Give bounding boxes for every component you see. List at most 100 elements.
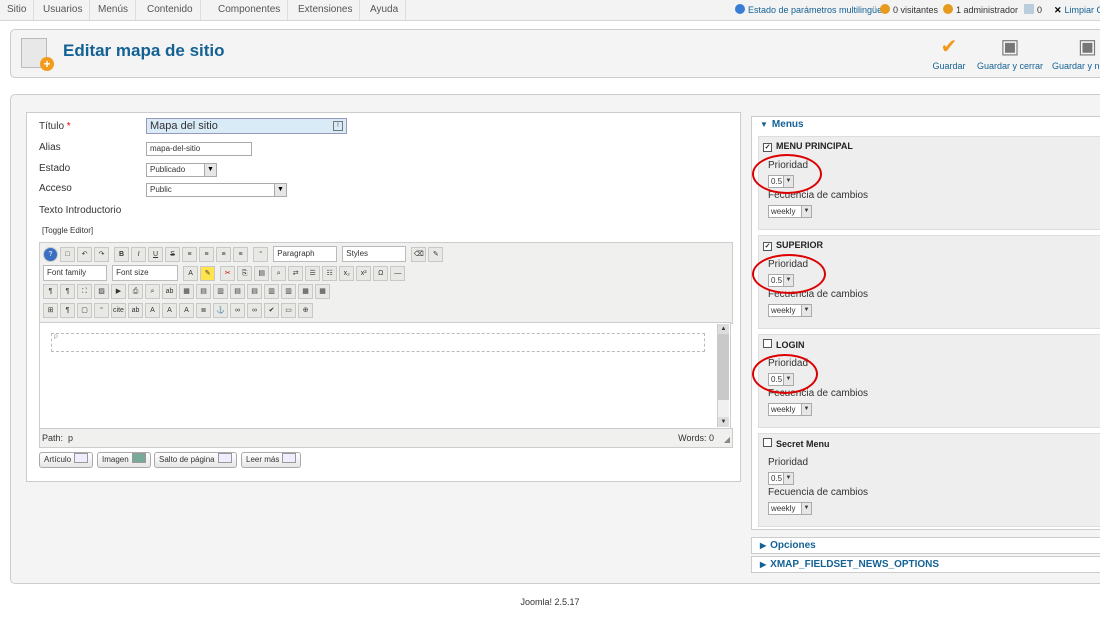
blockquote2-icon[interactable]: “: [94, 303, 109, 318]
new-document-icon[interactable]: □: [60, 246, 75, 262]
unlink-icon[interactable]: ∞: [247, 303, 262, 318]
save-new-button[interactable]: ▣ Guardar y nu: [1052, 36, 1100, 71]
multilang-status[interactable]: Estado de parámetros multilingüe: [735, 0, 882, 20]
font-size-select[interactable]: Font size: [112, 265, 179, 281]
undo-icon[interactable]: ↶: [77, 246, 92, 262]
scroll-up-icon[interactable]: ▲: [718, 324, 729, 334]
anchor-icon[interactable]: ⚓: [213, 303, 228, 318]
menu-usuarios[interactable]: Usuarios: [36, 0, 91, 20]
pagebreak-button[interactable]: Salto de página: [154, 452, 237, 468]
help-icon[interactable]: ?: [43, 246, 58, 262]
media-icon[interactable]: ▶: [111, 284, 126, 299]
title-input[interactable]: Mapa del sitio !: [146, 118, 347, 134]
menu-componentes[interactable]: Componentes: [211, 0, 289, 20]
hr-icon[interactable]: —: [390, 265, 406, 281]
highlight-icon[interactable]: ✎: [200, 265, 216, 281]
split-cell-icon[interactable]: ▦: [298, 284, 313, 299]
ltr-icon[interactable]: ¶: [43, 284, 58, 299]
menu-name[interactable]: ✓ MENU PRINCIPAL: [763, 141, 853, 152]
styles-select[interactable]: Styles: [342, 246, 407, 262]
align-justify-icon[interactable]: ≡: [233, 246, 249, 262]
binoculars-icon[interactable]: ⌕: [145, 284, 160, 299]
subscript-icon[interactable]: x₂: [339, 265, 355, 281]
checkbox-unchecked-icon[interactable]: [763, 339, 772, 348]
menu-extensiones[interactable]: Extensiones: [291, 0, 361, 20]
merge-cell-icon[interactable]: ▦: [315, 284, 330, 299]
unordered-list-icon[interactable]: ☷: [322, 265, 338, 281]
news-accordion-header[interactable]: ▶ XMAP_FIELDSET_NEWS_OPTIONS: [751, 556, 1100, 573]
replace-icon[interactable]: ⇄: [288, 265, 304, 281]
insert-row-icon[interactable]: ▤: [230, 284, 245, 299]
eraser-icon[interactable]: ⌫: [411, 246, 427, 262]
clear-cache-link[interactable]: ✕ Limpiar C: [1054, 0, 1100, 20]
redo-icon[interactable]: ↷: [94, 246, 109, 262]
fullscreen-icon[interactable]: ⛶: [77, 284, 92, 299]
menu-name[interactable]: ✓ SUPERIOR: [763, 240, 823, 251]
pagebreak-icon[interactable]: ⊕: [298, 303, 313, 318]
blockquote-icon[interactable]: “: [253, 246, 269, 262]
resize-handle-icon[interactable]: ◢: [724, 435, 730, 444]
scroll-thumb[interactable]: [718, 334, 729, 400]
link-icon[interactable]: ∞: [230, 303, 245, 318]
delete-col-icon[interactable]: ▥: [281, 284, 296, 299]
checkbox-checked-icon[interactable]: ✓: [763, 242, 772, 251]
search-icon[interactable]: ⌕: [271, 265, 287, 281]
menu-name[interactable]: Secret Menu: [763, 438, 830, 449]
superscript-icon[interactable]: x²: [356, 265, 372, 281]
delete-row-icon[interactable]: ▤: [247, 284, 262, 299]
align-right-icon[interactable]: ≡: [216, 246, 232, 262]
del-icon[interactable]: A: [162, 303, 177, 318]
font-family-select[interactable]: Font family: [43, 265, 107, 281]
insert-col-icon[interactable]: ▥: [264, 284, 279, 299]
format-select[interactable]: Paragraph: [273, 246, 338, 262]
checkbox-checked-icon[interactable]: ✓: [763, 143, 772, 152]
cut-icon[interactable]: ✂: [220, 265, 236, 281]
readmore-button[interactable]: Leer más: [241, 452, 302, 468]
acronym-icon[interactable]: A: [145, 303, 160, 318]
scroll-down-icon[interactable]: ▼: [718, 417, 729, 427]
state-select[interactable]: Publicado ▼: [146, 163, 217, 177]
italic-icon[interactable]: I: [131, 246, 147, 262]
article-button[interactable]: Artículo: [39, 452, 94, 468]
save-button[interactable]: ✔ Guardar: [930, 36, 968, 71]
access-select[interactable]: Public ▼: [146, 183, 287, 197]
ins-icon[interactable]: A: [179, 303, 194, 318]
ordered-list-icon[interactable]: ☰: [305, 265, 321, 281]
attribs-icon[interactable]: ≣: [196, 303, 211, 318]
bold-icon[interactable]: B: [114, 246, 130, 262]
menus-accordion-header[interactable]: ▼ Menus: [751, 116, 1100, 133]
underline-icon[interactable]: U: [148, 246, 164, 262]
freq-select[interactable]: weekly ▼: [768, 205, 812, 218]
freq-select[interactable]: weekly ▼: [768, 304, 812, 317]
brush-icon[interactable]: ✎: [428, 246, 444, 262]
layer-icon[interactable]: ⊞: [43, 303, 58, 318]
replace-icon[interactable]: ab: [162, 284, 177, 299]
editor-content-area[interactable]: P: [39, 322, 731, 430]
menu-contenido[interactable]: Contenido: [140, 0, 201, 20]
menu-ayuda[interactable]: Ayuda: [363, 0, 407, 20]
priority-select[interactable]: 0.5 ▼: [768, 472, 794, 485]
cite-icon[interactable]: cite: [111, 303, 126, 318]
menu-name[interactable]: LOGIN: [763, 339, 805, 350]
cell-props-icon[interactable]: ▥: [213, 284, 228, 299]
path-value[interactable]: p: [68, 433, 73, 443]
toggle-editor-link[interactable]: [Toggle Editor]: [42, 226, 93, 235]
rtl-icon[interactable]: ¶: [60, 284, 75, 299]
copy-icon[interactable]: ⎘: [237, 265, 253, 281]
visualchars-icon[interactable]: ¶: [60, 303, 75, 318]
template-icon[interactable]: ▢: [77, 303, 92, 318]
menu-menus[interactable]: Menús: [91, 0, 137, 20]
align-left-icon[interactable]: ≡: [182, 246, 198, 262]
alias-input[interactable]: mapa-del-sitio: [146, 142, 252, 156]
text-color-icon[interactable]: A: [183, 265, 199, 281]
menu-sitio[interactable]: Sitio: [0, 0, 35, 20]
checkbox-unchecked-icon[interactable]: [763, 438, 772, 447]
charmap-icon[interactable]: Ω: [373, 265, 389, 281]
spellcheck-icon[interactable]: ✔: [264, 303, 279, 318]
save-close-button[interactable]: ▣ Guardar y cerrar: [975, 36, 1045, 71]
table-icon[interactable]: ▦: [179, 284, 194, 299]
freq-select[interactable]: weekly ▼: [768, 502, 812, 515]
image-icon[interactable]: ▨: [94, 284, 109, 299]
nonbreaking-icon[interactable]: ▭: [281, 303, 296, 318]
messages-status[interactable]: 0: [1024, 0, 1042, 20]
